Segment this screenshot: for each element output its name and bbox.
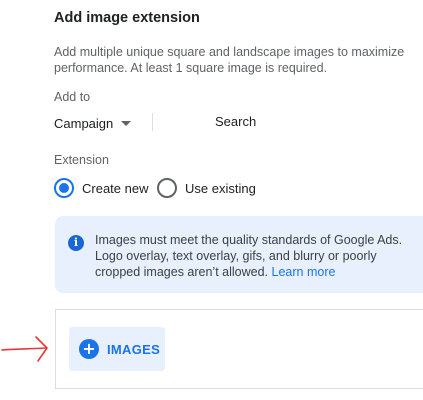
add-to-dropdown-value: Campaign xyxy=(54,115,114,131)
add-to-label: Add to xyxy=(54,90,91,104)
info-notice-text: Images must meet the quality standards o… xyxy=(95,232,420,280)
image-extension-panel: Add image extension Add multiple unique … xyxy=(0,0,423,400)
radio-unchecked-icon[interactable] xyxy=(157,178,177,198)
panel-description: Add multiple unique square and landscape… xyxy=(54,45,405,75)
caret-down-icon xyxy=(121,121,132,126)
search-button[interactable]: Search xyxy=(215,114,256,129)
learn-more-link[interactable]: Learn more xyxy=(272,265,336,279)
radio-use-existing[interactable]: Use existing xyxy=(157,177,256,199)
add-to-dropdown[interactable]: Campaign xyxy=(54,112,138,134)
red-arrow-annotation xyxy=(1,336,48,362)
divider xyxy=(152,113,153,131)
radio-create-new[interactable]: Create new xyxy=(54,177,148,199)
add-images-button[interactable]: + IMAGES xyxy=(69,327,165,371)
plus-circle-icon: + xyxy=(79,339,99,359)
info-notice: i Images must meet the quality standards… xyxy=(55,216,423,293)
extension-label: Extension xyxy=(54,153,109,167)
images-upload-card: + IMAGES xyxy=(55,309,423,389)
radio-create-new-label: Create new xyxy=(82,180,149,196)
radio-use-existing-label: Use existing xyxy=(185,180,256,196)
info-icon: i xyxy=(68,235,84,251)
info-message: Images must meet the quality standards o… xyxy=(95,233,403,279)
radio-checked-icon[interactable] xyxy=(54,178,74,198)
page-title: Add image extension xyxy=(54,10,200,26)
add-images-label: IMAGES xyxy=(107,341,161,357)
